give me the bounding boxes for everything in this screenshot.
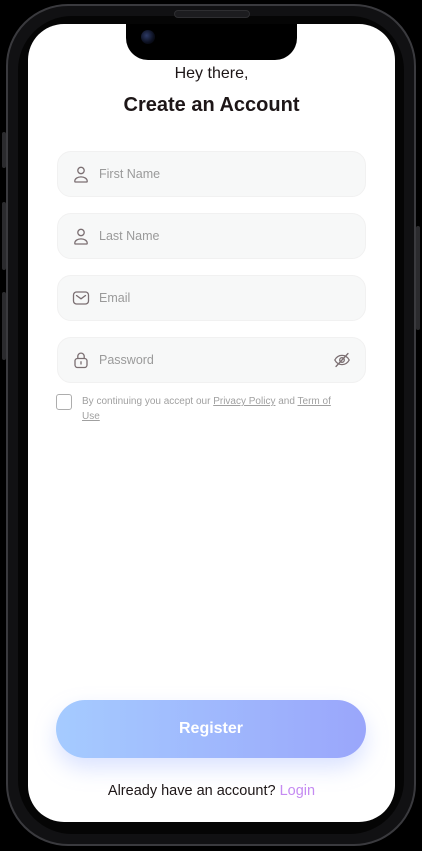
email-input[interactable] <box>99 276 329 320</box>
eye-off-icon[interactable] <box>333 351 351 369</box>
user-icon <box>74 166 88 183</box>
phone-silent-switch <box>2 132 6 168</box>
password-input[interactable] <box>99 338 329 382</box>
register-button[interactable]: Register <box>56 700 366 758</box>
phone-power-button <box>416 226 420 330</box>
last-name-input[interactable] <box>99 214 329 258</box>
password-field[interactable] <box>57 337 366 383</box>
mail-icon <box>72 291 90 305</box>
phone-earpiece <box>174 10 250 18</box>
phone-volume-down-button <box>2 292 6 360</box>
terms-checkbox[interactable] <box>56 394 72 410</box>
first-name-field[interactable] <box>57 151 366 197</box>
login-prompt-text: Already have an account? <box>107 783 280 799</box>
phone-notch <box>126 24 297 60</box>
privacy-policy-link[interactable]: Privacy Policy <box>213 396 275 407</box>
consent-prefix: By continuing you accept our <box>82 396 214 407</box>
last-name-field[interactable] <box>57 213 366 259</box>
greeting-text: Hey there, <box>174 65 249 82</box>
lock-icon <box>74 352 88 369</box>
user-icon <box>74 228 88 245</box>
email-field[interactable] <box>57 275 366 321</box>
phone-volume-up-button <box>2 202 6 270</box>
login-prompt: Already have an account? Login <box>28 783 395 799</box>
login-link[interactable]: Login <box>280 783 315 799</box>
consent-text: By continuing you accept our Privacy Pol… <box>82 394 332 424</box>
consent-middle: and <box>275 396 298 407</box>
first-name-input[interactable] <box>99 152 329 196</box>
page-title: Create an Account <box>123 94 300 116</box>
app-screen: Hey there, Create an Account First Name … <box>28 24 395 822</box>
camera-icon <box>141 30 155 44</box>
